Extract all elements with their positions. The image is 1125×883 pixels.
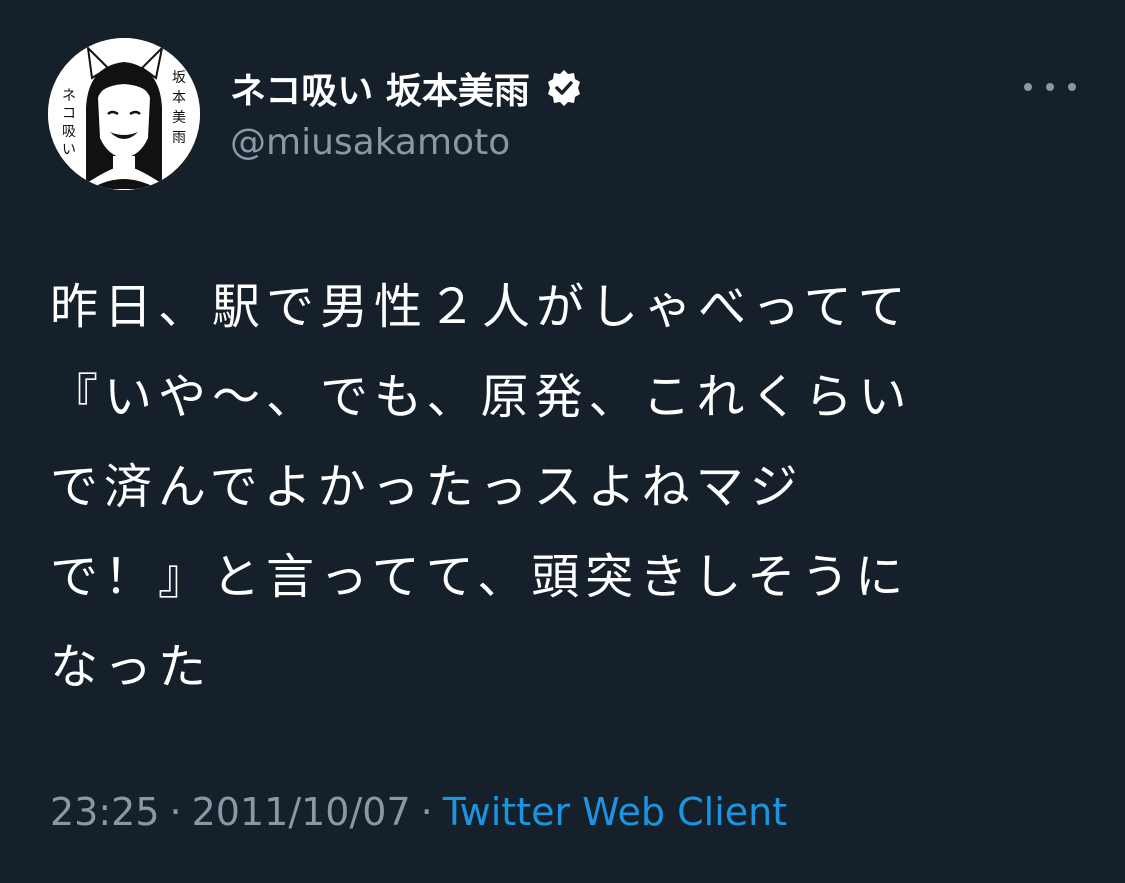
avatar-illustration-icon: ネ コ 吸 い 坂 本 美 雨: [48, 38, 200, 190]
tweet-source-link[interactable]: Twitter Web Client: [443, 790, 787, 834]
tweet-date[interactable]: 2011/10/07: [192, 790, 411, 834]
tweet-text-line: 昨日、駅で男性２人がしゃべってて: [50, 279, 912, 335]
tweet-text-line: なった: [50, 639, 213, 695]
svg-text:い: い: [62, 142, 76, 158]
svg-text:ネ: ネ: [62, 88, 76, 104]
avatar[interactable]: ネ コ 吸 い 坂 本 美 雨: [48, 38, 200, 190]
more-horizontal-icon-dot: [1068, 83, 1076, 91]
meta-separator: ·: [169, 790, 182, 834]
svg-text:本: 本: [172, 90, 186, 106]
display-name[interactable]: ネコ吸い 坂本美雨: [230, 62, 530, 114]
tweet-text-line: で！』と言ってて、頭突きしそうに: [50, 549, 910, 605]
verified-badge-icon: [544, 68, 584, 108]
tweet-time[interactable]: 23:25: [50, 790, 160, 834]
more-horizontal-icon: [1024, 83, 1032, 91]
svg-text:吸: 吸: [62, 124, 76, 140]
svg-text:美: 美: [172, 110, 186, 126]
author-name-row[interactable]: ネコ吸い 坂本美雨: [230, 64, 584, 112]
svg-text:コ: コ: [62, 106, 76, 122]
more-options-button[interactable]: [1024, 72, 1076, 102]
tweet-text-line: で済んでよかったっスよねマジ: [50, 459, 804, 515]
user-handle[interactable]: @miusakamoto: [230, 122, 510, 163]
meta-separator: ·: [420, 790, 433, 834]
tweet-card: ネ コ 吸 い 坂 本 美 雨 ネコ吸い 坂本美雨 @miusakamoto 昨…: [0, 0, 1125, 883]
svg-text:坂: 坂: [172, 70, 186, 86]
tweet-text: 昨日、駅で男性２人がしゃべってて 『いや〜、でも、原発、これくらい で済んでよか…: [50, 262, 1050, 712]
svg-text:雨: 雨: [172, 130, 186, 146]
tweet-meta: 23:25 · 2011/10/07 · Twitter Web Client: [50, 790, 787, 834]
more-horizontal-icon-dot: [1046, 83, 1054, 91]
tweet-text-line: 『いや〜、でも、原発、これくらい: [50, 369, 913, 425]
